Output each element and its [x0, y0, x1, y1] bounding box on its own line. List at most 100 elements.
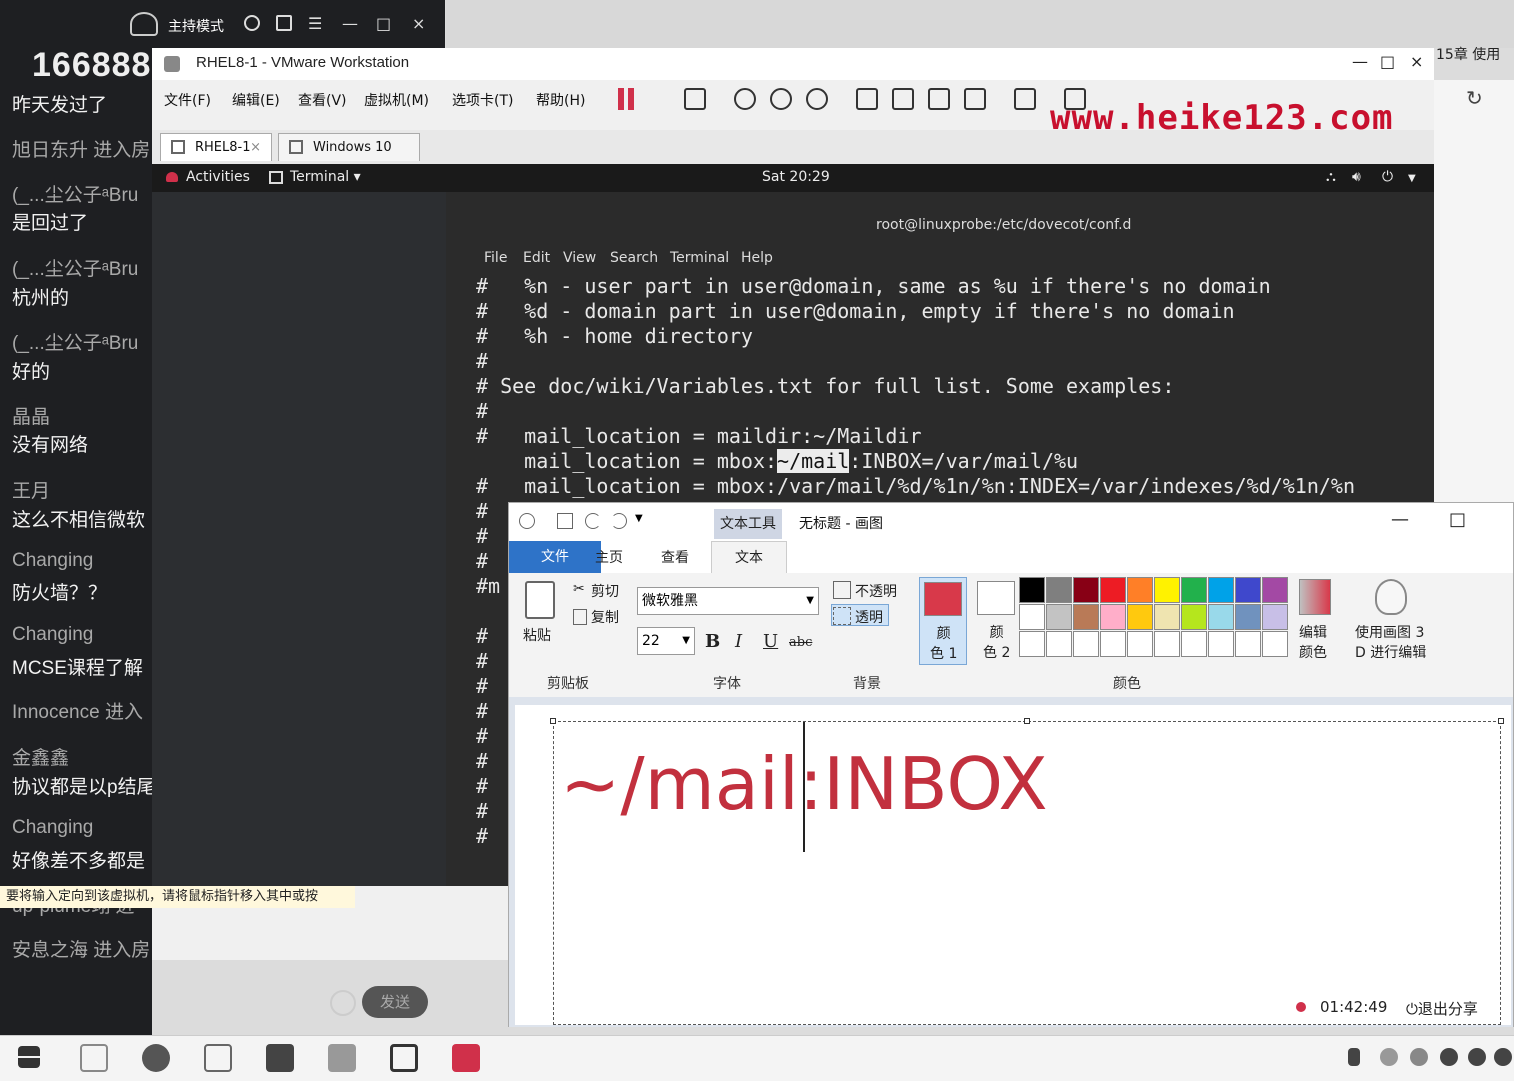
system-menu-arrow-icon[interactable]: ▼: [1408, 173, 1416, 184]
paint-minimize-icon[interactable]: —: [1391, 509, 1409, 530]
term-menu-search[interactable]: Search: [610, 250, 658, 266]
cut-icon[interactable]: ✂: [573, 581, 585, 597]
refresh-icon[interactable]: ↻: [1466, 86, 1483, 110]
qq-icon[interactable]: [1440, 1048, 1458, 1066]
vm-close-icon[interactable]: ×: [1410, 52, 1423, 71]
activities-button[interactable]: Activities: [186, 169, 250, 185]
menu-vm[interactable]: 虚拟机(M): [364, 90, 429, 110]
tab-view[interactable]: 查看: [661, 547, 689, 567]
tab-file[interactable]: 文件: [509, 541, 601, 573]
custom-color-slot[interactable]: [1181, 631, 1207, 657]
red-app-taskbar-icon[interactable]: [452, 1044, 480, 1072]
tab-home[interactable]: 主页: [595, 547, 623, 567]
terminal-taskbar-icon[interactable]: [266, 1044, 294, 1072]
resize-handle[interactable]: [1024, 718, 1030, 724]
custom-color-slot[interactable]: [1046, 631, 1072, 657]
palette-swatch[interactable]: [1235, 604, 1261, 630]
color1-selector[interactable]: 颜 色 1: [919, 577, 967, 665]
palette-swatch[interactable]: [1046, 604, 1072, 630]
palette-swatch[interactable]: [1073, 577, 1099, 603]
maximize-icon[interactable]: □: [376, 14, 391, 33]
color2-selector[interactable]: 颜 色 2: [973, 577, 1021, 665]
palette-swatch[interactable]: [1262, 577, 1288, 603]
menu-edit[interactable]: 编辑(E): [232, 90, 280, 110]
qq-icon[interactable]: [1494, 1048, 1512, 1066]
tab-text[interactable]: 文本: [711, 541, 787, 574]
thumbnail-bar-icon[interactable]: [892, 88, 914, 110]
palette-swatch[interactable]: [1208, 604, 1234, 630]
term-menu-view[interactable]: View: [563, 250, 596, 266]
screen-share-icon[interactable]: [276, 15, 292, 31]
opaque-icon[interactable]: [833, 581, 851, 599]
custom-color-slot[interactable]: [1235, 631, 1261, 657]
undo-icon[interactable]: [585, 513, 601, 529]
vm-maximize-icon[interactable]: □: [1380, 52, 1395, 71]
resize-handle[interactable]: [550, 718, 556, 724]
palette-swatch[interactable]: [1127, 604, 1153, 630]
settings-icon[interactable]: [244, 15, 260, 31]
paste-button[interactable]: 粘贴: [523, 625, 551, 645]
cut-button[interactable]: 剪切: [591, 581, 619, 601]
custom-color-slot[interactable]: [1100, 631, 1126, 657]
palette-swatch[interactable]: [1181, 604, 1207, 630]
transparent-button[interactable]: 透明: [855, 607, 883, 627]
custom-color-slot[interactable]: [1262, 631, 1288, 657]
palette-swatch[interactable]: [1181, 577, 1207, 603]
chrome-icon[interactable]: [142, 1044, 170, 1072]
pause-icon[interactable]: [618, 88, 634, 110]
custom-color-slot[interactable]: [1073, 631, 1099, 657]
paint-maximize-icon[interactable]: □: [1449, 509, 1466, 530]
emoji-icon[interactable]: [330, 990, 356, 1016]
italic-button[interactable]: I: [735, 631, 742, 652]
send-ctrl-alt-del-icon[interactable]: [684, 88, 706, 110]
volume-icon[interactable]: 🔊︎: [1352, 169, 1361, 185]
palette-swatch[interactable]: [1154, 577, 1180, 603]
console-view-icon[interactable]: [1014, 88, 1036, 110]
tab-close-icon[interactable]: ×: [250, 134, 261, 162]
custom-color-slot[interactable]: [1127, 631, 1153, 657]
close-icon[interactable]: ×: [412, 14, 425, 33]
app-menu[interactable]: Terminal ▾: [290, 169, 361, 185]
drawing-canvas[interactable]: ~/mail:INBOX: [515, 705, 1511, 1025]
tab-rhel8[interactable]: RHEL8-1 ×: [160, 133, 272, 161]
tab-windows10[interactable]: Windows 10: [278, 133, 420, 161]
palette-swatch[interactable]: [1046, 577, 1072, 603]
text-box[interactable]: ~/mail:INBOX: [550, 718, 1504, 1025]
power-icon[interactable]: ⏻: [1382, 169, 1393, 185]
palette-swatch[interactable]: [1100, 577, 1126, 603]
palette-swatch[interactable]: [1019, 577, 1045, 603]
terminal-selection[interactable]: ~/mail: [777, 449, 850, 473]
save-icon[interactable]: [557, 513, 573, 529]
tray-icon[interactable]: [1410, 1048, 1428, 1066]
edit-colors-button[interactable]: 编辑 颜色: [1299, 623, 1327, 663]
minimize-icon[interactable]: —: [342, 14, 358, 33]
paint3d-icon[interactable]: [1375, 579, 1407, 615]
start-icon[interactable]: [18, 1046, 40, 1068]
palette-swatch[interactable]: [1208, 577, 1234, 603]
strikethrough-button[interactable]: abc: [789, 635, 812, 650]
edit-colors-icon[interactable]: [1299, 579, 1331, 615]
revert-snapshot-icon[interactable]: [770, 88, 792, 110]
custom-color-slot[interactable]: [1154, 631, 1180, 657]
tray-icon[interactable]: [1380, 1048, 1398, 1066]
custom-color-slot[interactable]: [1208, 631, 1234, 657]
palette-swatch[interactable]: [1073, 604, 1099, 630]
microphone-icon[interactable]: [1348, 1048, 1360, 1066]
underline-button[interactable]: U: [763, 631, 778, 652]
palette-swatch[interactable]: [1019, 604, 1045, 630]
app-taskbar-icon[interactable]: [390, 1044, 418, 1072]
opaque-button[interactable]: 不透明: [855, 581, 897, 601]
term-menu-terminal[interactable]: Terminal: [670, 250, 729, 266]
font-family-select[interactable]: 微软雅黑 ▼: [637, 587, 819, 615]
term-menu-edit[interactable]: Edit: [523, 250, 550, 266]
snapshot-manager-icon[interactable]: [806, 88, 828, 110]
copy-button[interactable]: 复制: [591, 607, 619, 627]
network-icon[interactable]: ⛬: [1326, 169, 1336, 185]
clock[interactable]: Sat 20:29: [762, 169, 830, 185]
redo-icon[interactable]: [611, 513, 627, 529]
transparent-icon[interactable]: [833, 607, 851, 625]
menu-icon[interactable]: ☰: [308, 14, 322, 33]
custom-color-slot[interactable]: [1019, 631, 1045, 657]
paste-icon[interactable]: [525, 581, 555, 619]
palette-swatch[interactable]: [1235, 577, 1261, 603]
